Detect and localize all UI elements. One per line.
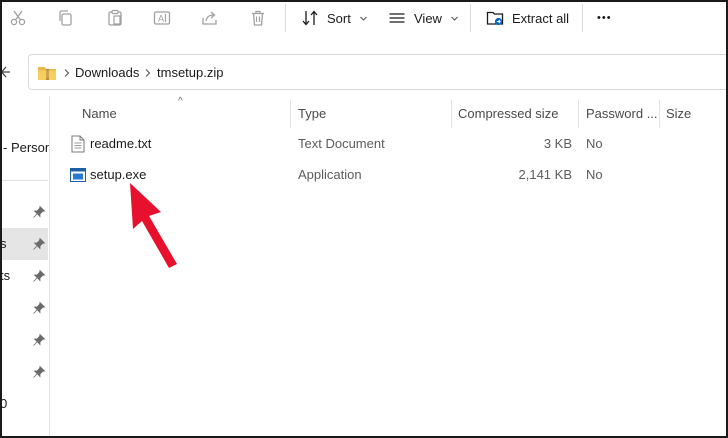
file-compressed-size: 3 KB [543, 136, 572, 151]
paste-icon[interactable] [103, 6, 127, 30]
share-icon[interactable] [198, 6, 222, 30]
view-label: View [414, 10, 442, 26]
chevron-down-icon [359, 16, 367, 21]
nav-item-downloads[interactable]: s [0, 228, 48, 260]
delete-icon[interactable] [246, 6, 270, 30]
extract-all-label: Extract all [512, 10, 570, 26]
pin-icon [33, 237, 46, 250]
nav-item-this-pc[interactable]: 0 [0, 388, 48, 420]
sort-icon [302, 10, 318, 26]
chevron-right-icon [145, 69, 151, 77]
chevron-down-icon [451, 16, 458, 21]
more-icon: ••• [597, 12, 612, 24]
file-password: No [586, 136, 603, 151]
pin-icon [33, 301, 46, 314]
column-header-type[interactable]: Type [298, 106, 326, 121]
file-compressed-size: 2,141 KB [518, 167, 573, 182]
nav-item-quick-access-5[interactable] [0, 324, 48, 356]
sort-button[interactable]: Sort [301, 5, 368, 31]
nav-item-documents[interactable]: ts [0, 260, 48, 292]
sort-ascending-indicator: ^ [178, 96, 183, 107]
view-button[interactable]: View [388, 5, 459, 31]
address-bar[interactable]: Downloads tmsetup.zip [28, 54, 728, 90]
cut-icon[interactable] [6, 6, 30, 30]
nav-item-label: ts [0, 268, 11, 283]
nav-item-quick-access-6[interactable] [0, 356, 48, 388]
chevron-right-icon [64, 69, 70, 77]
file-row-readme[interactable]: readme.txt Text Document 3 KB No [50, 129, 728, 160]
breadcrumb-tmsetup-zip[interactable]: tmsetup.zip [157, 65, 223, 80]
pin-icon [33, 333, 46, 346]
column-divider[interactable] [659, 100, 660, 128]
sort-label: Sort [327, 10, 351, 26]
application-icon [70, 168, 86, 182]
nav-item-label: - Persona [3, 140, 49, 155]
extract-all-button[interactable]: Extract all [486, 5, 569, 31]
column-divider[interactable] [451, 100, 452, 128]
column-divider[interactable] [290, 100, 291, 128]
view-icon [389, 13, 405, 23]
pin-icon [33, 365, 46, 378]
extract-folder-icon [486, 11, 504, 26]
file-type: Text Document [298, 136, 385, 151]
navigation-pane: - Persona s ts 0 [0, 96, 50, 438]
command-bar: A Sort View Extract all ••• [0, 0, 728, 38]
file-name: readme.txt [90, 136, 152, 151]
svg-text:A: A [158, 14, 164, 24]
nav-divider [0, 180, 48, 181]
column-header-name[interactable]: Name [82, 106, 117, 121]
more-options-button[interactable]: ••• [597, 5, 612, 31]
nav-item-label: s [0, 236, 7, 251]
column-header-compressed-size[interactable]: Compressed size [458, 106, 558, 121]
column-divider[interactable] [578, 100, 579, 128]
text-file-icon [71, 135, 85, 153]
file-password: No [586, 167, 603, 182]
rename-icon[interactable]: A [150, 6, 174, 30]
file-type: Application [298, 167, 362, 182]
nav-item-quick-access-4[interactable] [0, 292, 48, 324]
breadcrumb-downloads[interactable]: Downloads [75, 65, 139, 80]
toolbar-separator [285, 4, 286, 32]
toolbar-separator [470, 4, 471, 32]
nav-item-personal[interactable]: - Persona [0, 132, 49, 164]
annotation-arrow-icon [130, 183, 177, 268]
toolbar-separator [582, 4, 583, 32]
column-header-size[interactable]: Size [666, 106, 691, 121]
nav-item-quick-access-1[interactable] [0, 196, 48, 228]
arrow-left-icon [0, 66, 10, 78]
copy-icon[interactable] [54, 6, 78, 30]
pin-icon [33, 269, 46, 282]
pin-icon [33, 205, 46, 218]
zip-folder-icon [38, 67, 56, 80]
back-button[interactable] [0, 62, 16, 82]
column-header-password[interactable]: Password ... [586, 106, 658, 121]
nav-item-label: 0 [0, 396, 8, 411]
